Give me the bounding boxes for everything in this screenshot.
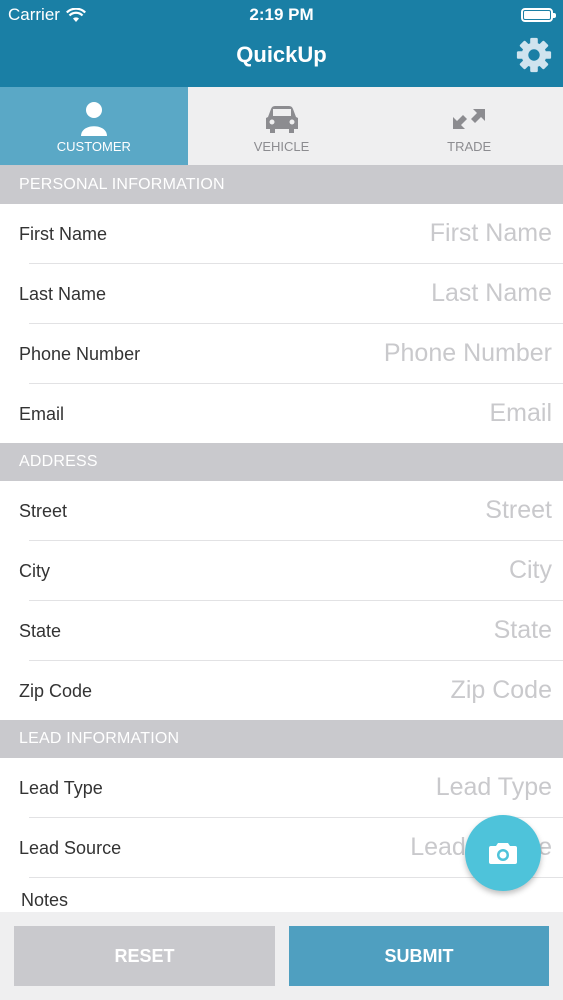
tab-vehicle[interactable]: VEHICLE xyxy=(188,87,376,165)
section-address: ADDRESS xyxy=(0,443,563,481)
tab-trade[interactable]: TRADE xyxy=(375,87,563,165)
tab-customer[interactable]: CUSTOMER xyxy=(0,87,188,165)
street-input[interactable]: Street xyxy=(485,496,552,525)
action-bar: RESET SUBMIT xyxy=(0,912,563,1000)
section-personal-information: PERSONAL INFORMATION xyxy=(0,166,563,204)
tab-trade-label: TRADE xyxy=(447,139,492,154)
lead-type-label: Lead Type xyxy=(19,778,103,798)
app-header: Carrier 2:19 PM QuickUp xyxy=(0,0,563,87)
city-row[interactable]: City City xyxy=(0,541,563,601)
app-title: QuickUp xyxy=(236,42,327,67)
status-time: 2:19 PM xyxy=(249,5,314,24)
state-input[interactable]: State xyxy=(494,616,552,645)
phone-number-input[interactable]: Phone Number xyxy=(384,339,552,368)
car-icon xyxy=(265,106,298,133)
first-name-label: First Name xyxy=(19,224,108,244)
street-label: Street xyxy=(19,501,68,521)
phone-number-row[interactable]: Phone Number Phone Number xyxy=(0,324,563,384)
email-input[interactable]: Email xyxy=(489,399,552,428)
state-label: State xyxy=(19,621,62,641)
last-name-label: Last Name xyxy=(19,284,107,304)
reset-button[interactable]: RESET xyxy=(14,926,275,986)
first-name-row[interactable]: First Name First Name xyxy=(0,204,563,264)
lead-type-row[interactable]: Lead Type Lead Type xyxy=(0,758,563,818)
tab-vehicle-label: VEHICLE xyxy=(253,139,310,154)
tab-customer-label: CUSTOMER xyxy=(56,139,131,154)
state-row[interactable]: State State xyxy=(0,601,563,661)
city-label: City xyxy=(19,561,50,581)
street-row[interactable]: Street Street xyxy=(0,481,563,541)
zip-code-row[interactable]: Zip Code Zip Code xyxy=(0,661,563,721)
camera-icon xyxy=(489,843,517,864)
battery-icon xyxy=(521,8,556,22)
trade-arrows-icon xyxy=(453,109,486,129)
lead-type-input[interactable]: Lead Type xyxy=(436,773,552,802)
person-icon xyxy=(80,102,107,136)
zip-code-label: Zip Code xyxy=(19,681,93,701)
lead-source-label: Lead Source xyxy=(19,838,122,858)
notes-label[interactable]: Notes xyxy=(21,890,68,911)
tab-bar: CUSTOMER VEHICLE TRADE xyxy=(0,87,563,166)
last-name-input[interactable]: Last Name xyxy=(431,279,552,308)
section-lead-information: LEAD INFORMATION xyxy=(0,720,563,758)
camera-button[interactable] xyxy=(465,815,541,891)
first-name-input[interactable]: First Name xyxy=(430,219,552,248)
email-label: Email xyxy=(19,404,65,424)
zip-code-input[interactable]: Zip Code xyxy=(451,676,552,705)
phone-number-label: Phone Number xyxy=(19,344,141,364)
gear-icon[interactable] xyxy=(515,36,553,74)
status-bar: Carrier 2:19 PM xyxy=(0,0,563,30)
city-input[interactable]: City xyxy=(509,556,552,585)
submit-button[interactable]: SUBMIT xyxy=(289,926,549,986)
email-row[interactable]: Email Email xyxy=(0,384,563,444)
last-name-row[interactable]: Last Name Last Name xyxy=(0,264,563,324)
